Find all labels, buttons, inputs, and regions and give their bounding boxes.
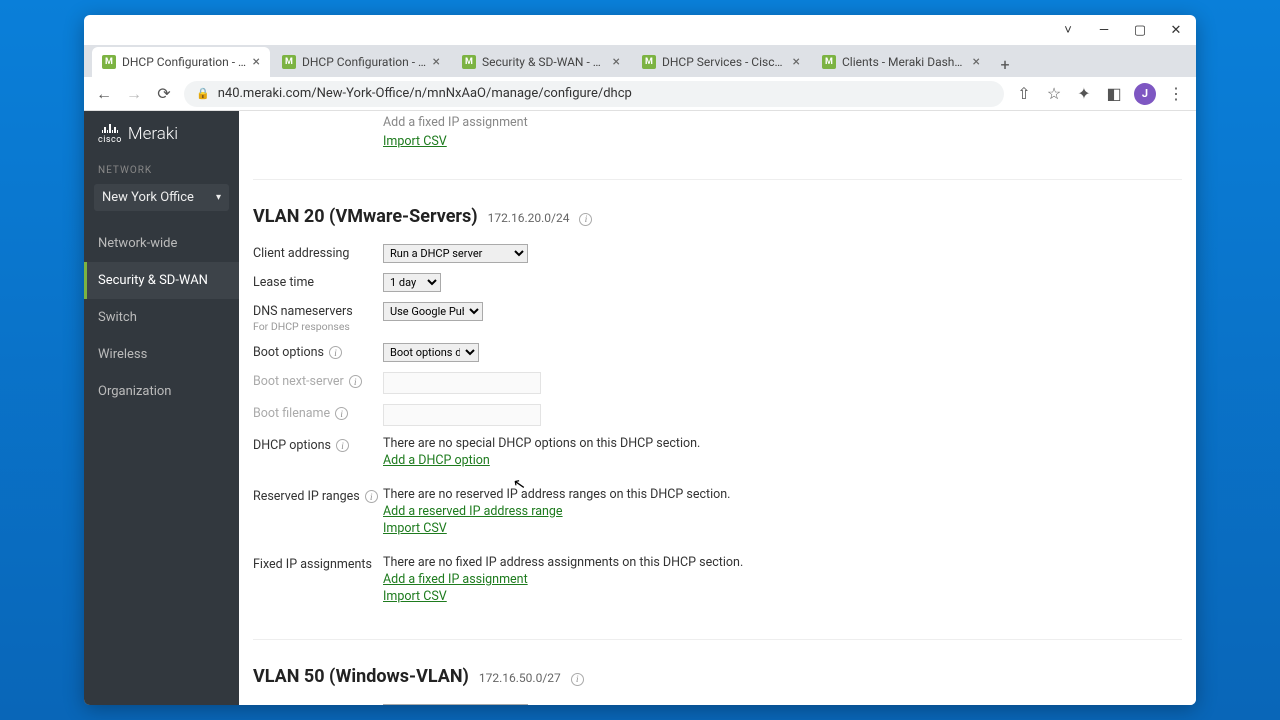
window-titlebar: ˅ — ▢ ✕ [84,15,1196,45]
new-tab-button[interactable]: + [992,51,1018,77]
network-section-label: NETWORK [84,157,239,180]
menu-icon[interactable]: ⋮ [1166,84,1186,104]
boot-options-label: Boot options [253,345,324,360]
boot-next-server-input[interactable] [383,372,541,394]
cisco-logo-icon: cisco [98,123,122,145]
dns-sublabel: For DHCP responses [253,320,350,333]
tab-close-icon[interactable]: × [793,54,800,70]
tab-bar: M DHCP Configuration - Meraki D × M DHCP… [84,45,1196,77]
reserved-ip-empty: There are no reserved IP address ranges … [383,487,1182,502]
tab-close-icon[interactable]: × [253,54,260,70]
tab-close-icon[interactable]: × [613,54,620,70]
dns-label: DNS nameservers [253,304,353,319]
fixed-ip-label: Fixed IP assignments [253,557,372,572]
tab-title: DHCP Services - Cisco Meraki [662,55,787,69]
reload-button[interactable]: ⟳ [154,84,174,104]
sidebar-item-organization[interactable]: Organization [84,373,239,410]
chevron-down-icon: ▾ [216,192,221,203]
url-text: n40.meraki.com/New-York-Office/n/mnNxAaO… [218,86,632,101]
vlan-section: VLAN 50 (Windows-VLAN) 172.16.50.0/27 i … [253,640,1182,705]
profile-avatar[interactable]: J [1134,83,1156,105]
tab-title: Clients - Meraki Dashboard [842,55,967,69]
info-icon[interactable]: i [329,346,342,359]
info-icon[interactable]: i [335,407,348,420]
boot-next-server-label: Boot next-server [253,374,344,389]
address-bar: ← → ⟳ 🔒 n40.meraki.com/New-York-Office/n… [84,77,1196,111]
boot-filename-label: Boot filename [253,406,330,421]
client-addressing-label: Client addressing [253,244,383,261]
browser-tab[interactable]: M Clients - Meraki Dashboard × [812,47,990,77]
info-icon[interactable]: i [349,375,362,388]
favicon-icon: M [822,55,836,69]
reserved-ip-label: Reserved IP ranges [253,489,360,504]
bookmark-icon[interactable]: ☆ [1044,84,1064,104]
previous-section-tail: Add a fixed IP assignment Import CSV [253,111,1182,180]
info-icon[interactable]: i [571,673,584,686]
forward-button[interactable]: → [124,84,144,104]
import-csv-link[interactable]: Import CSV [383,134,447,149]
dns-select[interactable]: Use Google Public DNS [383,302,483,321]
network-selected: New York Office [102,190,194,205]
add-reserved-link[interactable]: Add a reserved IP address range [383,504,563,519]
sidepanel-icon[interactable]: ◧ [1104,84,1124,104]
network-selector[interactable]: New York Office ▾ [94,184,229,211]
tab-title: DHCP Configuration - Meraki D [122,55,247,69]
back-button[interactable]: ← [94,84,114,104]
browser-tab[interactable]: M DHCP Services - Cisco Meraki × [632,47,810,77]
main-content[interactable]: ↖ Add a fixed IP assignment Import CSV V… [239,111,1196,705]
favicon-icon: M [282,55,296,69]
browser-window: ˅ — ▢ ✕ M DHCP Configuration - Meraki D … [84,15,1196,705]
vlan-title: VLAN 50 (Windows-VLAN) [253,666,469,687]
sidebar-item-network-wide[interactable]: Network-wide [84,225,239,262]
favicon-icon: M [462,55,476,69]
sidebar-item-security[interactable]: Security & SD-WAN [84,262,239,299]
window-minimize-button[interactable]: — [1092,18,1116,42]
client-addressing-select[interactable]: Run a DHCP server [383,704,528,705]
window-chevron-icon[interactable]: ˅ [1056,18,1080,42]
fixed-ip-empty: There are no fixed IP address assignment… [383,555,1182,570]
window-close-button[interactable]: ✕ [1164,18,1188,42]
sidebar: cisco Meraki NETWORK New York Office ▾ N… [84,111,239,705]
info-icon[interactable]: i [365,490,378,503]
tab-title: DHCP Configuration - Meraki D [302,55,427,69]
vlan-subnet: 172.16.50.0/27 [479,671,561,685]
import-csv-link[interactable]: Import CSV [383,521,447,536]
tab-title: Security & SD-WAN - Meraki D [482,55,607,69]
dhcp-options-label: DHCP options [253,438,331,453]
info-icon[interactable]: i [579,213,592,226]
sidebar-item-wireless[interactable]: Wireless [84,336,239,373]
import-csv-link[interactable]: Import CSV [383,589,447,604]
vlan-title: VLAN 20 (VMware-Servers) [253,206,478,227]
browser-tab[interactable]: M DHCP Configuration - Meraki D × [272,47,450,77]
browser-tab[interactable]: M Security & SD-WAN - Meraki D × [452,47,630,77]
info-icon[interactable]: i [336,439,349,452]
client-addressing-select[interactable]: Run a DHCP server [383,244,528,263]
favicon-icon: M [642,55,656,69]
window-maximize-button[interactable]: ▢ [1128,18,1152,42]
add-fixed-link[interactable]: Add a fixed IP assignment [383,115,528,130]
boot-options-select[interactable]: Boot options disabled [383,343,479,362]
lease-time-select[interactable]: 1 day [383,273,441,292]
share-icon[interactable]: ⇧ [1014,84,1034,104]
client-addressing-label: Client addressing [253,704,383,705]
sidebar-item-switch[interactable]: Switch [84,299,239,336]
vlan-subnet: 172.16.20.0/24 [488,211,570,225]
logo: cisco Meraki [84,111,239,157]
lock-icon: 🔒 [196,87,210,100]
vlan-section: VLAN 20 (VMware-Servers) 172.16.20.0/24 … [253,180,1182,640]
browser-tab[interactable]: M DHCP Configuration - Meraki D × [92,47,270,77]
logo-text: Meraki [128,124,178,144]
lease-time-label: Lease time [253,273,383,290]
tab-close-icon[interactable]: × [973,54,980,70]
boot-filename-input[interactable] [383,404,541,426]
url-input[interactable]: 🔒 n40.meraki.com/New-York-Office/n/mnNxA… [184,81,1004,107]
tab-close-icon[interactable]: × [433,54,440,70]
extensions-icon[interactable]: ✦ [1074,84,1094,104]
add-dhcp-option-link[interactable]: Add a DHCP option [383,453,490,468]
favicon-icon: M [102,55,116,69]
dhcp-options-empty: There are no special DHCP options on thi… [383,436,1182,451]
add-fixed-link[interactable]: Add a fixed IP assignment [383,572,528,587]
